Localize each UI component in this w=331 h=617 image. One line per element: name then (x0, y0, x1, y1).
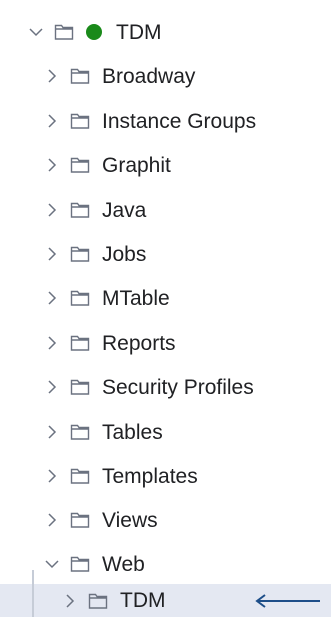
tree-item-label: Java (102, 198, 147, 222)
folder-icon (70, 201, 90, 219)
chevron-right-icon[interactable] (44, 202, 60, 218)
folder-icon (70, 423, 90, 441)
folder-icon (88, 592, 108, 610)
chevron-down-icon[interactable] (44, 556, 60, 572)
tree-item-jobs[interactable]: Jobs (0, 234, 331, 274)
indent-guide-line (32, 570, 34, 617)
tree-item-label: Views (102, 508, 158, 532)
tree-item-tables[interactable]: Tables (0, 412, 331, 452)
tree-item-reports[interactable]: Reports (0, 323, 331, 363)
tree-item-label: Broadway (102, 64, 196, 88)
chevron-right-icon[interactable] (44, 512, 60, 528)
tree-item-label: TDM (120, 589, 166, 612)
tree-item-instance-groups[interactable]: Instance Groups (0, 101, 331, 141)
chevron-right-icon[interactable] (44, 379, 60, 395)
chevron-right-icon[interactable] (44, 468, 60, 484)
status-dot-icon (86, 24, 102, 40)
tree-item-label: Web (102, 552, 145, 576)
folder-icon (70, 555, 90, 573)
tree-item-label: Jobs (102, 242, 147, 266)
tree-item-tdm-root[interactable]: TDM (0, 12, 331, 52)
folder-icon (70, 289, 90, 307)
project-tree: TDM Broadway Instance Groups Graphit Jav… (0, 0, 331, 617)
tree-item-broadway[interactable]: Broadway (0, 56, 331, 96)
tree-item-label: Security Profiles (102, 375, 254, 399)
tree-item-label: Graphit (102, 153, 171, 177)
folder-icon (70, 467, 90, 485)
folder-icon (70, 378, 90, 396)
folder-icon (70, 334, 90, 352)
chevron-right-icon[interactable] (44, 68, 60, 84)
chevron-right-icon[interactable] (44, 246, 60, 262)
folder-icon (70, 511, 90, 529)
folder-icon (70, 156, 90, 174)
folder-icon (54, 23, 74, 41)
tree-item-java[interactable]: Java (0, 190, 331, 230)
chevron-right-icon[interactable] (44, 157, 60, 173)
folder-icon (70, 67, 90, 85)
chevron-right-icon[interactable] (44, 424, 60, 440)
tree-item-graphit[interactable]: Graphit (0, 145, 331, 185)
arrow-left-icon (255, 594, 320, 608)
tree-item-label: Reports (102, 331, 176, 355)
chevron-right-icon[interactable] (44, 290, 60, 306)
tree-item-views[interactable]: Views (0, 500, 331, 540)
chevron-right-icon[interactable] (44, 335, 60, 351)
tree-item-label: Instance Groups (102, 109, 257, 133)
tree-item-label: Tables (102, 420, 163, 444)
tree-item-label: Templates (102, 464, 198, 488)
tree-item-label: TDM (116, 20, 162, 44)
chevron-right-icon[interactable] (62, 593, 78, 609)
chevron-right-icon[interactable] (44, 113, 60, 129)
folder-icon (70, 112, 90, 130)
tree-item-label: MTable (102, 286, 170, 310)
tree-item-templates[interactable]: Templates (0, 456, 331, 496)
chevron-down-icon[interactable] (28, 24, 44, 40)
tree-item-security-profiles[interactable]: Security Profiles (0, 367, 331, 407)
tree-item-mtable[interactable]: MTable (0, 278, 331, 318)
folder-icon (70, 245, 90, 263)
tree-item-web[interactable]: Web (0, 544, 331, 584)
